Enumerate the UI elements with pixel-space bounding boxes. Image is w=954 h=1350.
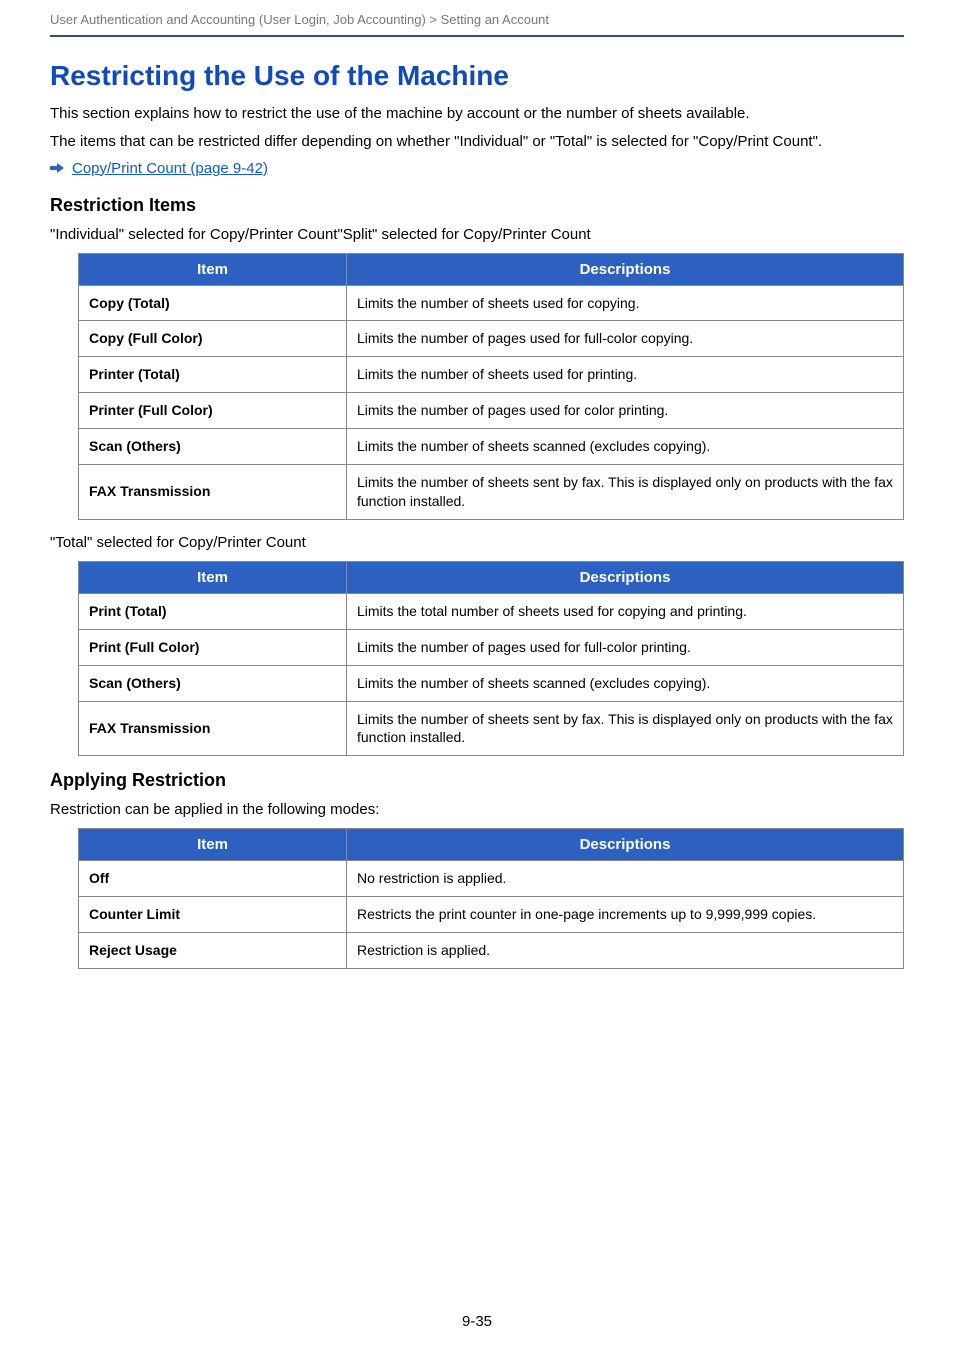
restriction-items-table-individual: Item Descriptions Copy (Total) Limits th… — [78, 253, 904, 520]
intro-paragraph-2: The items that can be restricted differ … — [50, 131, 904, 154]
section2-caption: Restriction can be applied in the follow… — [50, 801, 904, 818]
table1-caption: "Individual" selected for Copy/Printer C… — [50, 226, 904, 243]
desc-cell: Limits the number of sheets used for pri… — [347, 357, 904, 393]
item-cell: Print (Full Color) — [79, 629, 347, 665]
table2-caption: "Total" selected for Copy/Printer Count — [50, 534, 904, 551]
desc-cell: Limits the number of sheets sent by fax.… — [347, 701, 904, 756]
item-cell: Off — [79, 861, 347, 897]
desc-cell: Restriction is applied. — [347, 933, 904, 969]
item-cell: FAX Transmission — [79, 465, 347, 520]
desc-cell: Limits the number of pages used for full… — [347, 629, 904, 665]
table-header-item: Item — [79, 829, 347, 861]
crossref-row: Copy/Print Count (page 9-42) — [50, 160, 904, 177]
desc-cell: Limits the number of sheets scanned (exc… — [347, 429, 904, 465]
desc-cell: Limits the number of pages used for full… — [347, 321, 904, 357]
desc-cell: Limits the number of sheets sent by fax.… — [347, 465, 904, 520]
applying-restriction-table: Item Descriptions Off No restriction is … — [78, 828, 904, 969]
table-header-descriptions: Descriptions — [347, 829, 904, 861]
desc-cell: Limits the number of pages used for colo… — [347, 393, 904, 429]
item-cell: Reject Usage — [79, 933, 347, 969]
page-title: Restricting the Use of the Machine — [50, 59, 904, 93]
item-cell: FAX Transmission — [79, 701, 347, 756]
table-row: FAX Transmission Limits the number of sh… — [79, 465, 904, 520]
desc-cell: Limits the number of sheets used for cop… — [347, 285, 904, 321]
page-number: 9-35 — [0, 1313, 954, 1330]
table-header-item: Item — [79, 253, 347, 285]
crossref-link[interactable]: Copy/Print Count (page 9-42) — [72, 160, 268, 177]
table-row: Scan (Others) Limits the number of sheet… — [79, 429, 904, 465]
item-cell: Printer (Full Color) — [79, 393, 347, 429]
table-header-descriptions: Descriptions — [347, 561, 904, 593]
table-row: Print (Total) Limits the total number of… — [79, 593, 904, 629]
item-cell: Copy (Total) — [79, 285, 347, 321]
item-cell: Scan (Others) — [79, 665, 347, 701]
table-row: Copy (Full Color) Limits the number of p… — [79, 321, 904, 357]
item-cell: Printer (Total) — [79, 357, 347, 393]
table-header-item: Item — [79, 561, 347, 593]
restriction-items-table-total: Item Descriptions Print (Total) Limits t… — [78, 561, 904, 756]
item-cell: Print (Total) — [79, 593, 347, 629]
item-cell: Counter Limit — [79, 897, 347, 933]
breadcrumb: User Authentication and Accounting (User… — [50, 12, 904, 37]
item-cell: Copy (Full Color) — [79, 321, 347, 357]
table-row: Copy (Total) Limits the number of sheets… — [79, 285, 904, 321]
section-heading-applying-restriction: Applying Restriction — [50, 770, 904, 791]
intro-paragraph-1: This section explains how to restrict th… — [50, 103, 904, 126]
table-row: Printer (Full Color) Limits the number o… — [79, 393, 904, 429]
item-cell: Scan (Others) — [79, 429, 347, 465]
table-row: Off No restriction is applied. — [79, 861, 904, 897]
desc-cell: Limits the number of sheets scanned (exc… — [347, 665, 904, 701]
table-row: Counter Limit Restricts the print counte… — [79, 897, 904, 933]
arrow-right-icon — [50, 162, 64, 174]
section-heading-restriction-items: Restriction Items — [50, 195, 904, 216]
table-row: Print (Full Color) Limits the number of … — [79, 629, 904, 665]
desc-cell: Limits the total number of sheets used f… — [347, 593, 904, 629]
table-row: Reject Usage Restriction is applied. — [79, 933, 904, 969]
table-row: Printer (Total) Limits the number of she… — [79, 357, 904, 393]
table-row: Scan (Others) Limits the number of sheet… — [79, 665, 904, 701]
desc-cell: Restricts the print counter in one-page … — [347, 897, 904, 933]
table-row: FAX Transmission Limits the number of sh… — [79, 701, 904, 756]
table-header-descriptions: Descriptions — [347, 253, 904, 285]
desc-cell: No restriction is applied. — [347, 861, 904, 897]
